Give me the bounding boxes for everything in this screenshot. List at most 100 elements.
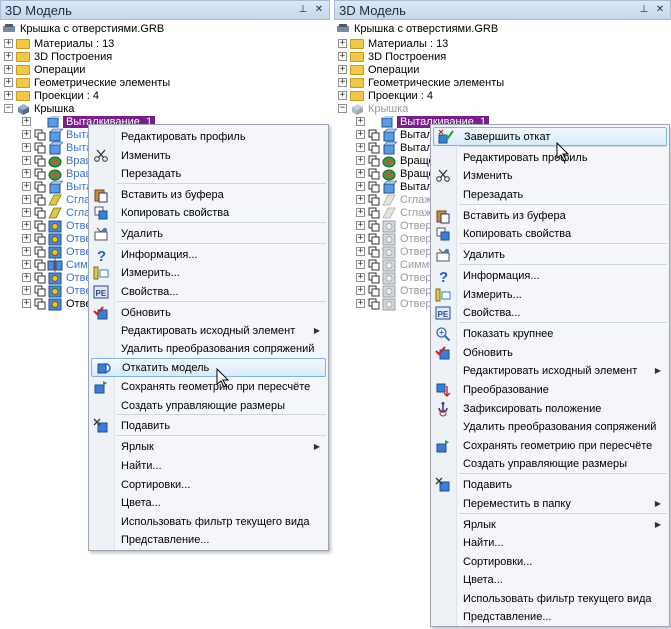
menu-item-find[interactable]: Найти... xyxy=(431,533,669,552)
menu-item-paste[interactable]: Вставить из буфера xyxy=(431,206,669,225)
expand-icon[interactable]: + xyxy=(356,130,365,139)
tree-item-projections[interactable]: + Проекции : 4 xyxy=(338,89,433,102)
expand-icon[interactable]: + xyxy=(356,286,365,295)
expand-icon[interactable]: + xyxy=(22,234,31,243)
menu-item-fix-position[interactable]: Зафиксировать положение xyxy=(431,399,669,418)
menu-item-find[interactable]: Найти... xyxy=(89,456,328,475)
expand-icon[interactable]: + xyxy=(356,208,365,217)
expand-icon[interactable]: + xyxy=(22,260,31,269)
menu-item-redefine[interactable]: Перезадать xyxy=(89,164,328,183)
tree-item-part[interactable]: − Крышка xyxy=(4,102,74,115)
tree-item-feature[interactable]: + Отверс xyxy=(356,245,437,258)
expand-icon[interactable]: + xyxy=(22,286,31,295)
expand-icon[interactable]: + xyxy=(22,273,31,282)
expand-icon[interactable]: + xyxy=(356,169,365,178)
tree-item-feature[interactable]: + Отверс xyxy=(356,284,437,297)
expand-icon[interactable]: + xyxy=(4,52,13,61)
tree-item-feature[interactable]: + Сглажи xyxy=(356,206,438,219)
tree-item-feature[interactable]: + Сгла xyxy=(22,193,90,206)
expand-icon[interactable]: + xyxy=(22,156,31,165)
menu-item-redefine[interactable]: Перезадать xyxy=(431,185,669,204)
expand-icon[interactable]: + xyxy=(356,299,365,308)
expand-icon[interactable]: + xyxy=(338,39,347,48)
menu-item-view-filter[interactable]: Использовать фильтр текущего вида xyxy=(431,589,669,608)
tree-item-feature[interactable]: + Выталк xyxy=(356,141,438,154)
expand-icon[interactable]: + xyxy=(22,182,31,191)
menu-item-edit-profile[interactable]: Редактировать профиль xyxy=(89,127,328,146)
expand-icon[interactable]: + xyxy=(22,208,31,217)
expand-icon[interactable]: + xyxy=(356,182,365,191)
close-icon[interactable]: ✕ xyxy=(313,4,325,16)
menu-item-update[interactable]: Обновить xyxy=(431,343,669,362)
tree-item-materials[interactable]: + Материалы : 13 xyxy=(4,37,114,50)
tree-item-feature[interactable]: + Отве xyxy=(22,297,91,310)
menu-item-rollback[interactable]: Откатить модель xyxy=(91,358,326,377)
tree-item-feature[interactable]: + Сглажи xyxy=(356,193,438,206)
tree-root[interactable]: Крышка с отверстиями.GRB xyxy=(2,22,164,35)
expand-icon[interactable]: + xyxy=(22,195,31,204)
expand-icon[interactable]: + xyxy=(356,143,365,152)
menu-item-remove-mates[interactable]: Удалить преобразования сопряжений xyxy=(431,417,669,436)
tree-item-operations[interactable]: + Операции xyxy=(338,63,419,76)
menu-item-colors[interactable]: Цвета... xyxy=(431,570,669,589)
expand-icon[interactable]: + xyxy=(4,78,13,87)
menu-item-view-filter[interactable]: Использовать фильтр текущего вида xyxy=(89,512,328,531)
tree-item-feature[interactable]: + Выта xyxy=(22,180,92,193)
expand-icon[interactable]: + xyxy=(356,260,365,269)
menu-item-modify[interactable]: Изменить xyxy=(431,166,669,185)
tree-item-feature[interactable]: + Вращ xyxy=(22,154,95,167)
expand-icon[interactable]: + xyxy=(356,221,365,230)
tree-item-feature[interactable]: + Отве xyxy=(22,284,91,297)
menu-item-modify[interactable]: Изменить xyxy=(89,146,328,165)
menu-item-edit-source[interactable]: Редактировать исходный элемент ▶ xyxy=(89,321,328,340)
menu-item-view[interactable]: Представление... xyxy=(431,607,669,626)
menu-item-properties[interactable]: PE Свойства... xyxy=(431,303,669,322)
menu-item-copy-props[interactable]: Копировать свойства xyxy=(89,203,328,222)
tree-item-feature[interactable]: + Отве xyxy=(22,271,91,284)
tree-item-feature[interactable]: + Симм xyxy=(22,257,95,272)
menu-item-create-dims[interactable]: Создать управляющие размеры xyxy=(89,396,328,415)
menu-item-move-to-folder[interactable]: Переместить в папку ▶ xyxy=(431,494,669,513)
menu-item-keep-geometry[interactable]: Сохранять геометрию при пересчёте xyxy=(89,377,328,396)
menu-item-transform[interactable]: Преобразование xyxy=(431,380,669,399)
menu-item-paste[interactable]: Вставить из буфера xyxy=(89,185,328,204)
tree-item-feature[interactable]: + Вращен xyxy=(356,154,441,167)
expand-icon[interactable]: + xyxy=(338,78,347,87)
tree-item-feature[interactable]: + Отверс xyxy=(356,271,437,284)
pin-icon[interactable]: ⊥ xyxy=(638,4,650,16)
expand-icon[interactable]: + xyxy=(22,130,31,139)
tree-item-build3d[interactable]: + 3D Построения xyxy=(4,50,112,63)
tree-item-feature[interactable]: + Вращ xyxy=(22,167,95,180)
tree-item-geom[interactable]: + Геометрические элементы xyxy=(338,76,504,89)
tree-item-feature[interactable]: + Отве xyxy=(22,232,91,245)
menu-item-shortcut[interactable]: Ярлык ▶ xyxy=(89,437,328,456)
menu-item-view[interactable]: Представление... xyxy=(89,530,328,549)
menu-item-copy-props[interactable]: Копировать свойства xyxy=(431,224,669,243)
menu-item-shortcut[interactable]: Ярлык ▶ xyxy=(431,515,669,534)
menu-item-zoom[interactable]: Показать крупнее xyxy=(431,324,669,343)
expand-icon[interactable]: + xyxy=(356,234,365,243)
collapse-icon[interactable]: − xyxy=(338,104,347,113)
menu-item-suppress[interactable]: Подавить xyxy=(431,475,669,494)
menu-item-measure[interactable]: Измерить... xyxy=(431,285,669,304)
expand-icon[interactable]: + xyxy=(22,221,31,230)
menu-item-colors[interactable]: Цвета... xyxy=(89,493,328,512)
expand-icon[interactable]: + xyxy=(22,117,31,126)
tree-item-build3d[interactable]: + 3D Построения xyxy=(338,50,446,63)
menu-item-edit-source[interactable]: Редактировать исходный элемент ▶ xyxy=(431,361,669,380)
expand-icon[interactable]: + xyxy=(356,273,365,282)
tree-item-feature[interactable]: + Выталк xyxy=(356,180,438,193)
expand-icon[interactable]: + xyxy=(4,65,13,74)
expand-icon[interactable]: + xyxy=(4,39,13,48)
tree-item-materials[interactable]: + Материалы : 13 xyxy=(338,37,448,50)
expand-icon[interactable]: + xyxy=(356,156,365,165)
tree-item-geom[interactable]: + Геометрические элементы xyxy=(4,76,170,89)
tree-item-feature[interactable]: + Сгла xyxy=(22,206,90,219)
menu-item-sorting[interactable]: Сортировки... xyxy=(431,552,669,571)
menu-item-remove-mates[interactable]: Удалить преобразования сопряжений xyxy=(89,339,328,358)
tree-item-operations[interactable]: + Операции xyxy=(4,63,85,76)
menu-item-keep-geometry[interactable]: Сохранять геометрию при пересчёте xyxy=(431,436,669,455)
collapse-icon[interactable]: − xyxy=(4,104,13,113)
menu-item-suppress[interactable]: Подавить xyxy=(89,416,328,435)
expand-icon[interactable]: + xyxy=(22,143,31,152)
